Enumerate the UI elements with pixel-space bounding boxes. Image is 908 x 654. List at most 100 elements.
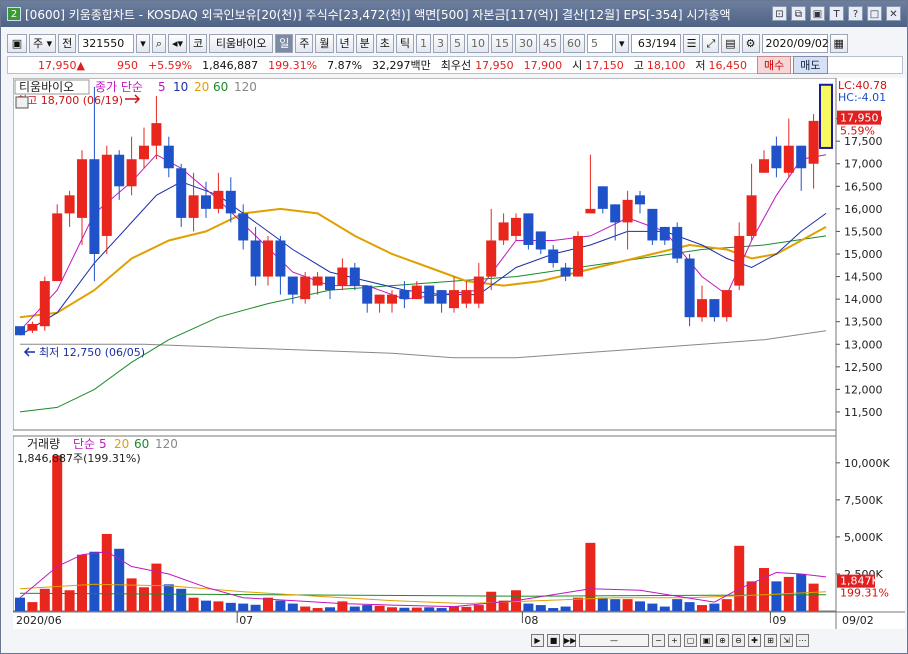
candle-body xyxy=(411,285,422,300)
tile-icon[interactable]: ⊞ xyxy=(764,633,777,647)
volume-bar xyxy=(126,578,137,611)
minute-3[interactable]: 3 xyxy=(433,33,449,53)
prev-button[interactable]: 전 xyxy=(58,33,77,53)
help-button[interactable]: ? xyxy=(848,6,863,21)
options-icon[interactable]: ⋯ xyxy=(796,633,809,647)
candle-body xyxy=(77,159,87,218)
zoom-out-icon[interactable]: − xyxy=(652,633,665,647)
save-icon[interactable]: ▤ xyxy=(721,33,740,53)
maximize-button[interactable]: □ xyxy=(867,6,882,21)
candle-body xyxy=(362,285,373,304)
volume-bar xyxy=(449,606,459,611)
tick-dropdown-icon[interactable]: ▾ xyxy=(615,33,629,53)
volume-bar xyxy=(647,603,658,611)
restore-button[interactable]: ⧉ xyxy=(791,6,806,21)
volume-bar xyxy=(622,599,633,611)
up-arrow-icon: ▲ xyxy=(76,58,85,72)
volume-bar xyxy=(635,601,645,611)
zoom-fit-icon[interactable]: ⊕ xyxy=(716,633,729,647)
zoom-in-icon[interactable]: + xyxy=(668,633,681,647)
volume-bar xyxy=(287,603,298,611)
candle-body xyxy=(709,299,720,318)
draw-tool-icon[interactable]: ⤢ xyxy=(702,33,720,53)
interval-minute[interactable]: 분 xyxy=(355,33,374,53)
minute-1[interactable]: 1 xyxy=(416,33,432,53)
sound-icon[interactable]: ◂▾ xyxy=(167,33,188,53)
interval-second[interactable]: 초 xyxy=(375,33,394,53)
title-buttons: ⊡ ⧉ ▣ T ? □ ✕ xyxy=(772,6,901,21)
maximize-panel-button[interactable]: ▣ xyxy=(810,6,825,21)
scroll-end-icon[interactable]: ▶▶ xyxy=(563,633,576,647)
price-tick-label: 15,500 xyxy=(844,225,883,238)
layout-1-icon[interactable]: ▢ xyxy=(684,633,697,647)
code-dropdown-icon[interactable]: ▾ xyxy=(136,33,150,53)
volume-tick-label: 10,000K xyxy=(844,457,890,470)
scroll-start-icon[interactable]: ▶ xyxy=(531,633,544,647)
stock-chart[interactable]: 18,00017,50017,00016,50016,00015,50015,0… xyxy=(13,78,905,629)
last-volume-percent: 199.31% xyxy=(840,587,889,600)
menu-icon[interactable]: ☰ xyxy=(682,33,701,53)
volume-bar xyxy=(808,583,819,611)
buy-button[interactable]: 매수 xyxy=(757,56,792,74)
volume-bar xyxy=(27,602,38,611)
candle-body xyxy=(176,168,187,218)
interval-year[interactable]: 년 xyxy=(335,33,354,53)
candle-body xyxy=(573,235,583,277)
price-tick-label: 16,000 xyxy=(844,203,883,216)
zoom-reset-icon[interactable]: ⊖ xyxy=(732,633,745,647)
minute-5[interactable]: 5 xyxy=(450,33,466,53)
price-tick-label: 12,500 xyxy=(844,361,883,374)
minute-15[interactable]: 15 xyxy=(491,33,514,53)
text-mode-button[interactable]: T xyxy=(829,6,844,21)
date-input[interactable]: 2020/09/02 xyxy=(761,33,829,53)
layout-2-icon[interactable]: ▣ xyxy=(700,633,713,647)
settings-icon[interactable]: ⚙ xyxy=(741,33,760,53)
link-window-button[interactable]: ⊡ xyxy=(772,6,787,21)
title-bar: 2 [0600] 키움종합차트 - KOSDAQ 외국인보유[20(천)] 주식… xyxy=(1,1,907,27)
tick-count-input[interactable]: 5 xyxy=(587,33,614,53)
crosshair-icon[interactable]: ✚ xyxy=(748,633,761,647)
market-button[interactable]: 코 xyxy=(189,33,208,53)
minute-30[interactable]: 30 xyxy=(515,33,538,53)
candle-body xyxy=(275,240,286,277)
candle-body xyxy=(250,240,261,277)
minute-60[interactable]: 60 xyxy=(563,33,586,53)
quote-bar: 17,950 ▲ 950 +5.59% 1,846,887 199.31% 7.… xyxy=(7,56,903,74)
volume-bar xyxy=(585,542,596,611)
stock-code-input[interactable]: 321550 xyxy=(78,33,135,53)
scroll-stop-icon[interactable]: ■ xyxy=(547,633,560,647)
volume-percent: 199.31% xyxy=(268,58,318,72)
interval-week[interactable]: 주 xyxy=(295,33,314,53)
volume-bar xyxy=(139,587,149,611)
volume-bar xyxy=(436,608,447,611)
volume-bar xyxy=(535,605,546,611)
interval-month[interactable]: 월 xyxy=(315,33,334,53)
zoom-slider[interactable]: — xyxy=(579,633,649,647)
interval-day[interactable]: 일 xyxy=(275,33,294,53)
candle-body xyxy=(622,199,633,223)
candle-body xyxy=(349,267,360,286)
volume-bar xyxy=(684,602,695,611)
sell-button[interactable]: 매도 xyxy=(793,56,828,74)
candle-body xyxy=(585,208,596,214)
volume: 1,846,887 xyxy=(202,58,259,72)
volume-bar xyxy=(163,584,174,611)
date-label: 09/02 xyxy=(842,614,874,627)
minute-45[interactable]: 45 xyxy=(539,33,562,53)
volume-bar xyxy=(349,606,360,611)
candle-body xyxy=(560,267,571,277)
period-select[interactable]: 주 ▾ xyxy=(29,33,57,53)
price-legend-name: 티움바이오 xyxy=(19,80,74,94)
search-icon[interactable]: ⌕ xyxy=(151,33,166,53)
candle-body xyxy=(114,154,125,187)
candle-body xyxy=(610,204,621,223)
calendar-icon[interactable]: ▦ xyxy=(829,33,848,53)
close-button[interactable]: ✕ xyxy=(886,6,901,21)
candle-body xyxy=(64,195,75,214)
ask-price: 17,950 xyxy=(475,58,514,72)
minute-10[interactable]: 10 xyxy=(467,33,490,53)
volume-bar xyxy=(39,588,50,611)
export-icon[interactable]: ⇲ xyxy=(780,633,793,647)
interval-tick[interactable]: 틱 xyxy=(395,33,415,53)
layout-icon[interactable]: ▣ xyxy=(7,33,27,53)
